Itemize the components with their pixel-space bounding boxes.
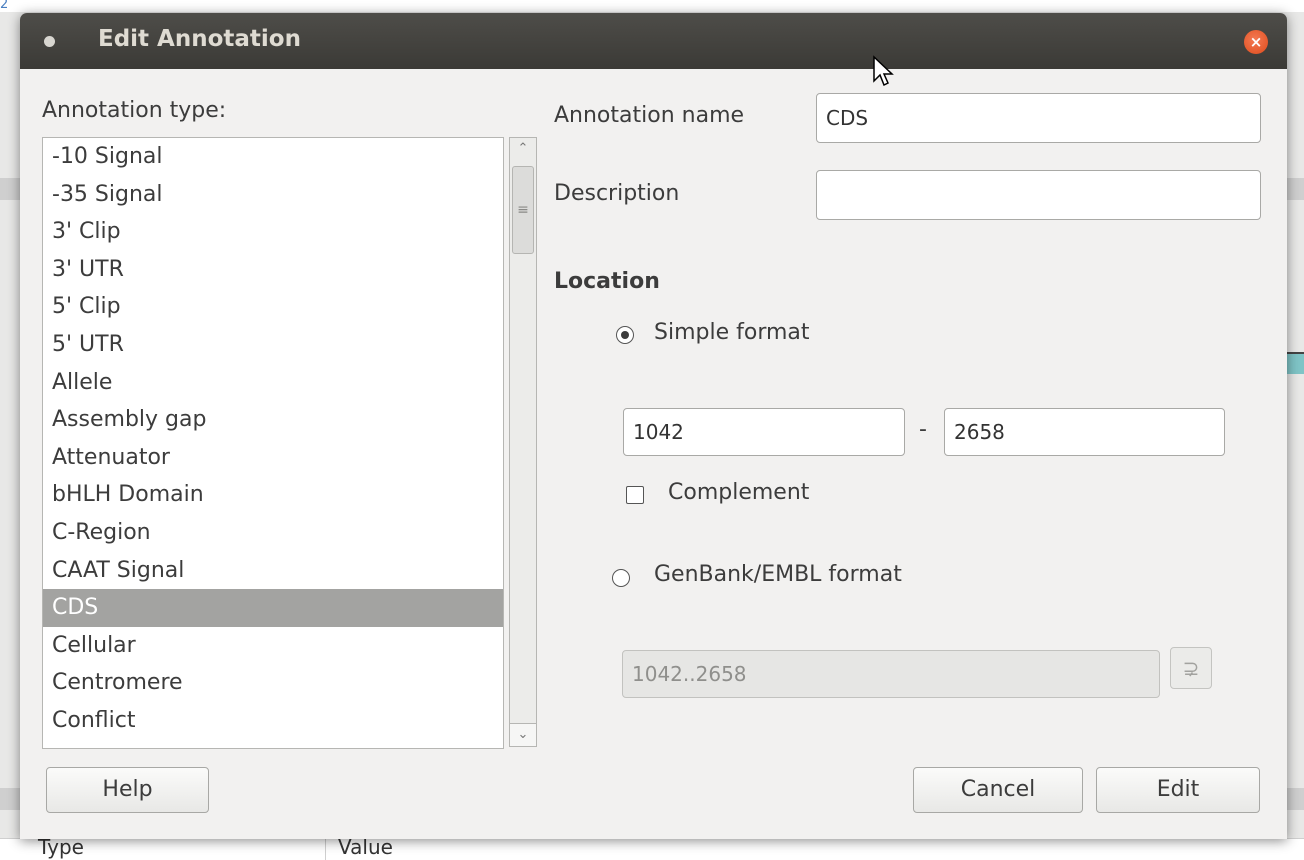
annotation-name-label: Annotation name [554, 103, 745, 128]
annotation-type-list[interactable]: -10 Signal -35 Signal 3' Clip 3' UTR 5' … [42, 137, 504, 749]
background-highlight [1286, 352, 1304, 374]
simple-format-label[interactable]: Simple format [654, 320, 810, 345]
list-item[interactable]: C-Region [43, 514, 503, 552]
list-item[interactable]: -35 Signal [43, 176, 503, 214]
list-item[interactable]: bHLH Domain [43, 476, 503, 514]
background-table-header: Type Value [0, 835, 1304, 860]
genbank-location-input [622, 650, 1160, 698]
dialog-title: Edit Annotation [98, 26, 301, 52]
list-item[interactable]: Allele [43, 364, 503, 402]
scrollbar-thumb[interactable]: ≡ [512, 166, 534, 254]
list-item[interactable]: CAAT Signal [43, 552, 503, 590]
location-heading: Location [554, 269, 660, 294]
scroll-down-icon[interactable]: ⌄ [510, 723, 536, 746]
list-item[interactable]: 3' UTR [43, 251, 503, 289]
description-input[interactable] [816, 170, 1261, 220]
list-item[interactable]: Cellular [43, 627, 503, 665]
annotation-type-label: Annotation type: [42, 98, 227, 123]
background-number: 2 [0, 0, 9, 12]
edit-button[interactable]: Edit [1096, 767, 1260, 813]
edit-annotation-dialog: Edit Annotation × Annotation type: -10 S… [20, 13, 1287, 839]
list-item[interactable]: 5' UTR [43, 326, 503, 364]
close-icon[interactable]: × [1244, 30, 1268, 54]
description-label: Description [554, 181, 680, 206]
dialog-titlebar[interactable]: Edit Annotation × [20, 13, 1287, 69]
background-window-top: 2 [0, 0, 1304, 12]
list-item[interactable]: 5' Clip [43, 288, 503, 326]
list-item-selected[interactable]: CDS [43, 589, 503, 627]
complement-checkbox[interactable] [626, 486, 644, 504]
annotation-name-input[interactable] [816, 93, 1261, 143]
list-item[interactable]: -10 Signal [43, 138, 503, 176]
mouse-cursor-icon [873, 55, 894, 87]
cancel-button[interactable]: Cancel [913, 767, 1083, 813]
window-menu-icon[interactable] [44, 36, 55, 47]
genbank-format-radio[interactable] [612, 569, 630, 587]
background-column-separator [325, 839, 326, 860]
list-item[interactable]: 3' Clip [43, 213, 503, 251]
swap-icon: ⊋ [1170, 647, 1212, 689]
list-item[interactable]: Centromere [43, 664, 503, 702]
list-item[interactable]: Attenuator [43, 439, 503, 477]
list-item[interactable]: Assembly gap [43, 401, 503, 439]
list-scrollbar[interactable]: ⌃ ≡ ⌄ [509, 137, 537, 747]
start-position-input[interactable] [623, 408, 905, 456]
genbank-format-label[interactable]: GenBank/EMBL format [654, 562, 902, 587]
range-dash: - [919, 417, 927, 442]
complement-label[interactable]: Complement [668, 480, 809, 505]
end-position-input[interactable] [944, 408, 1225, 456]
scroll-up-icon[interactable]: ⌃ [510, 138, 536, 160]
help-button[interactable]: Help [46, 767, 209, 813]
simple-format-radio[interactable] [616, 326, 634, 344]
list-item[interactable]: Conflict [43, 702, 503, 740]
